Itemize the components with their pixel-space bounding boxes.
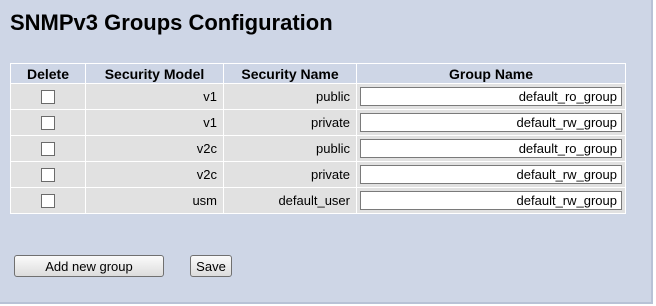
header-group-name: Group Name <box>356 63 626 84</box>
delete-checkbox[interactable] <box>41 168 55 183</box>
header-security-model: Security Model <box>85 63 224 84</box>
delete-checkbox[interactable] <box>41 142 55 157</box>
delete-cell <box>10 83 86 110</box>
group-name-cell <box>356 135 626 162</box>
security-model-cell: v1 <box>85 109 224 136</box>
delete-cell <box>10 187 86 214</box>
table-row: v2c private <box>10 161 626 188</box>
table-row: v1 public <box>10 83 626 110</box>
table-row: v2c public <box>10 135 626 162</box>
page-title: SNMPv3 Groups Configuration <box>10 10 333 35</box>
delete-checkbox[interactable] <box>41 90 55 105</box>
add-new-group-button[interactable]: Add new group <box>14 255 164 277</box>
security-model-cell: v1 <box>85 83 224 110</box>
header-security-name: Security Name <box>223 63 357 84</box>
security-name-cell: public <box>223 135 357 162</box>
delete-cell <box>10 135 86 162</box>
group-name-cell <box>356 161 626 188</box>
delete-checkbox[interactable] <box>41 116 55 131</box>
security-name-cell: default_user <box>223 187 357 214</box>
group-name-cell <box>356 187 626 214</box>
table-row: v1 private <box>10 109 626 136</box>
security-name-cell: private <box>223 161 357 188</box>
group-name-cell <box>356 83 626 110</box>
group-name-input[interactable] <box>360 191 622 210</box>
security-name-cell: public <box>223 83 357 110</box>
group-name-input[interactable] <box>360 139 622 158</box>
table-row: usm default_user <box>10 187 626 214</box>
groups-table: Delete Security Model Security Name Grou… <box>10 63 626 214</box>
security-name-cell: private <box>223 109 357 136</box>
delete-cell <box>10 161 86 188</box>
group-name-input[interactable] <box>360 87 622 106</box>
config-panel: SNMPv3 Groups Configuration Delete Secur… <box>0 0 653 304</box>
header-delete: Delete <box>10 63 86 84</box>
group-name-input[interactable] <box>360 165 622 184</box>
security-model-cell: v2c <box>85 135 224 162</box>
delete-cell <box>10 109 86 136</box>
security-model-cell: usm <box>85 187 224 214</box>
security-model-cell: v2c <box>85 161 224 188</box>
group-name-cell <box>356 109 626 136</box>
table-header-row: Delete Security Model Security Name Grou… <box>10 63 626 84</box>
group-name-input[interactable] <box>360 113 622 132</box>
delete-checkbox[interactable] <box>41 194 55 209</box>
save-button[interactable]: Save <box>190 255 232 277</box>
